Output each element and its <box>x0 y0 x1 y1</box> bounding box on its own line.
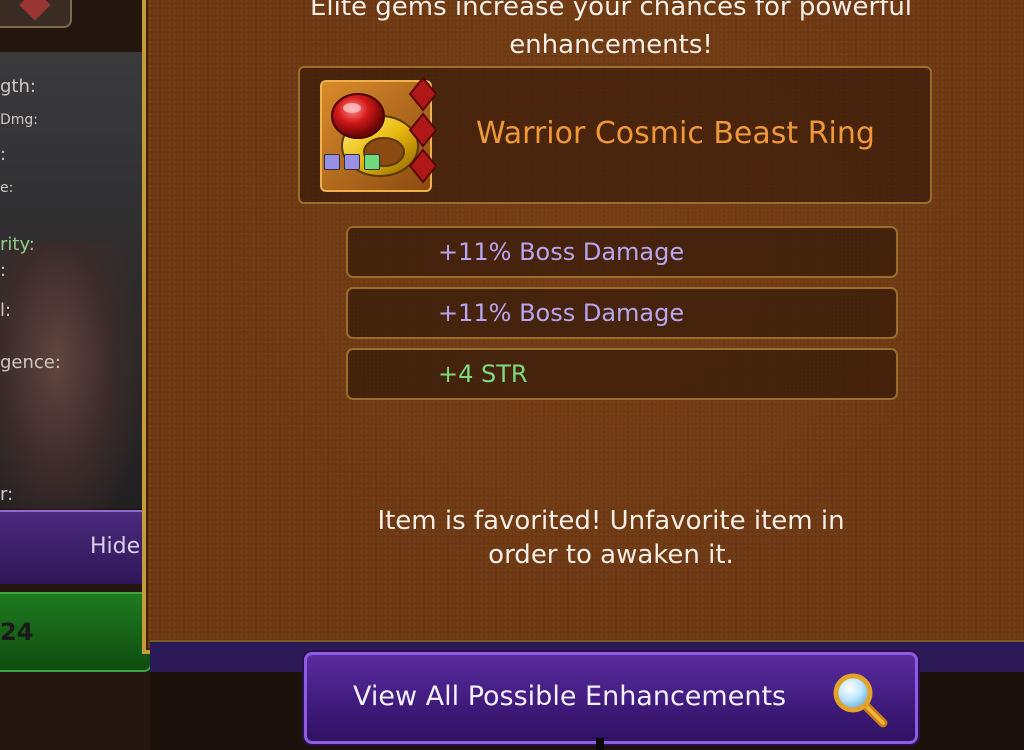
view-all-enhancements-button[interactable]: View All Possible Enhancements <box>304 652 918 744</box>
view-all-enhancements-label: View All Possible Enhancements <box>353 681 787 712</box>
stat-label: Dmg: <box>0 112 39 128</box>
stat-label: gth: <box>0 76 36 97</box>
header-line-1: Elite gems increase your chances for pow… <box>309 0 913 22</box>
favorited-line-2: order to awaken it. <box>488 540 734 570</box>
modal-header-text: Elite gems increase your chances for pow… <box>276 0 946 64</box>
stat-label: : <box>0 144 7 165</box>
stat-label: : <box>0 260 7 281</box>
item-name: Warrior Cosmic Beast Ring <box>476 116 875 151</box>
green-value-button[interactable]: 24 <box>0 592 152 672</box>
stat-label: gence: <box>0 352 61 373</box>
enhancement-modal: Elite gems increase your chances for pow… <box>142 0 1024 654</box>
bottom-divider <box>596 738 604 750</box>
enhancement-text: +11% Boss Damage <box>438 299 685 327</box>
hide-button[interactable]: Hide <box>0 510 142 584</box>
enhancement-row: +4 STR <box>346 348 898 400</box>
stat-label: e: <box>0 180 14 196</box>
stat-label: r: <box>0 484 14 505</box>
enhancement-row: +11% Boss Damage <box>346 287 898 339</box>
character-figure <box>0 242 142 542</box>
top-left-button[interactable] <box>0 0 72 28</box>
gem-slots-icon <box>408 76 438 184</box>
magnifier-icon <box>833 673 888 728</box>
enhancement-row: +11% Boss Damage <box>346 226 898 278</box>
gem-slot-indicator <box>324 154 340 170</box>
stat-label: rity: <box>0 234 35 255</box>
green-button-value: 24 <box>0 618 34 646</box>
stat-label: l: <box>0 300 12 321</box>
enhancement-text: +11% Boss Damage <box>438 238 685 266</box>
enhancement-text: +4 STR <box>438 360 528 388</box>
header-line-2: enhancements! <box>509 30 713 60</box>
gem-slot-indicator <box>344 154 360 170</box>
stats-panel: gth: Dmg: : e: rity: : l: gence: r: <box>0 52 142 542</box>
item-panel: Warrior Cosmic Beast Ring <box>298 66 932 204</box>
hide-button-label: Hide <box>90 534 141 559</box>
favorited-line-1: Item is favorited! Unfavorite item in <box>377 506 845 536</box>
favorited-message: Item is favorited! Unfavorite item in or… <box>316 504 906 572</box>
gem-slot-indicator <box>364 154 380 170</box>
